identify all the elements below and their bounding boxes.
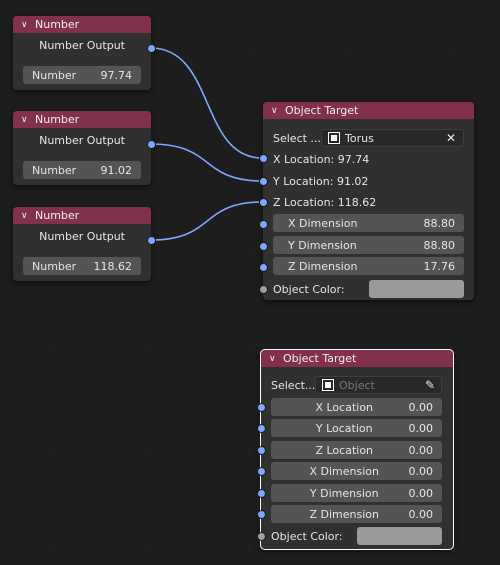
chevron-down-icon[interactable]: ∨	[21, 115, 31, 125]
output-socket[interactable]	[147, 236, 156, 245]
select-label: Select ...	[273, 131, 321, 145]
y-location-label: Y Location: 91.02	[273, 174, 369, 188]
node-header[interactable]: ∨ Number	[13, 207, 151, 224]
select-label: Select...	[271, 378, 316, 392]
x-dimension-label: X Dimension	[309, 464, 379, 478]
number-output-label: Number Output	[39, 134, 125, 147]
y-location-socket[interactable]	[257, 424, 266, 433]
number-field[interactable]: Number 91.02	[23, 161, 141, 179]
x-location-field[interactable]: X Location 0.00	[271, 398, 442, 416]
object-color-socket[interactable]	[259, 285, 268, 294]
x-location-socket[interactable]	[259, 154, 268, 163]
z-dimension-value: 17.76	[423, 259, 456, 273]
x-dimension-field[interactable]: X Dimension 0.00	[271, 462, 442, 480]
object-select-field[interactable]: Torus ✕	[321, 129, 464, 147]
number-node-2[interactable]: ∨ Number Number Output Number 91.02	[13, 111, 156, 185]
node-header[interactable]: ∨ Object Target	[263, 102, 474, 119]
y-location-value: 0.00	[408, 421, 434, 435]
link-y-location	[150, 143, 263, 182]
link-x-location	[150, 47, 263, 159]
y-dimension-value: 88.80	[423, 238, 456, 252]
object-cube-icon	[322, 379, 334, 391]
chevron-down-icon[interactable]: ∨	[269, 354, 279, 364]
object-target-node-2[interactable]: ∨ Object Target Select... Object ✎ X Loca…	[257, 349, 454, 550]
node-title: Object Target	[285, 104, 359, 117]
number-node-3[interactable]: ∨ Number Number Output Number 118.62	[13, 207, 156, 281]
x-dimension-field[interactable]: X Dimension 88.80	[273, 214, 464, 232]
number-field-label: Number	[32, 163, 77, 177]
z-dimension-label: Z Dimension	[309, 507, 379, 521]
object-select-field[interactable]: Object ✎	[315, 376, 442, 394]
z-dimension-label: Z Dimension	[288, 259, 358, 273]
y-dimension-socket[interactable]	[259, 242, 268, 251]
object-cube-icon	[328, 132, 340, 144]
node-title: Object Target	[283, 352, 357, 365]
x-dimension-value: 0.00	[408, 464, 434, 478]
z-location-label: Z Location: 118.62	[273, 195, 377, 209]
number-output-label: Number Output	[39, 230, 125, 243]
eyedropper-icon[interactable]: ✎	[425, 378, 435, 392]
object-color-socket[interactable]	[257, 532, 266, 541]
z-location-field[interactable]: Z Location 0.00	[271, 441, 442, 459]
y-location-socket[interactable]	[259, 177, 268, 186]
x-dimension-socket[interactable]	[257, 467, 266, 476]
y-dimension-label: Y Dimension	[309, 486, 379, 500]
number-field[interactable]: Number 97.74	[23, 66, 141, 84]
y-location-label: Y Location	[315, 421, 373, 435]
x-dimension-value: 88.80	[423, 216, 456, 230]
object-target-node-1[interactable]: ∨ Object Target Select ... Torus ✕ X Loca…	[259, 102, 474, 300]
node-title: Number	[35, 113, 80, 126]
y-dimension-field[interactable]: Y Dimension 88.80	[273, 236, 464, 254]
object-color-swatch[interactable]	[357, 527, 442, 545]
z-dimension-value: 0.00	[408, 507, 434, 521]
z-location-socket[interactable]	[259, 198, 268, 207]
z-dimension-field[interactable]: Z Dimension 0.00	[271, 505, 442, 523]
z-dimension-socket[interactable]	[257, 510, 266, 519]
y-dimension-label: Y Dimension	[288, 238, 357, 252]
output-socket[interactable]	[147, 140, 156, 149]
x-dimension-label: X Dimension	[288, 216, 358, 230]
node-header[interactable]: ∨ Number	[13, 111, 151, 128]
number-node-1[interactable]: ∨ Number Number Output Number 97.74	[13, 16, 156, 90]
x-location-socket[interactable]	[257, 403, 266, 412]
number-field-value: 118.62	[93, 259, 133, 273]
object-color-label: Object Color:	[271, 529, 343, 543]
number-field-value: 97.74	[100, 68, 133, 82]
x-dimension-socket[interactable]	[259, 220, 268, 229]
x-location-label: X Location	[315, 400, 374, 414]
object-color-label: Object Color:	[273, 282, 345, 296]
y-dimension-value: 0.00	[408, 486, 434, 500]
close-icon[interactable]: ✕	[446, 131, 456, 145]
chevron-down-icon[interactable]: ∨	[21, 211, 31, 221]
number-field-label: Number	[32, 259, 77, 273]
node-header[interactable]: ∨ Number	[13, 16, 151, 33]
number-field[interactable]: Number 118.62	[23, 257, 141, 275]
node-title: Number	[35, 18, 80, 31]
z-dimension-field[interactable]: Z Dimension 17.76	[273, 257, 464, 275]
node-header[interactable]: ∨ Object Target	[261, 350, 453, 367]
y-location-field[interactable]: Y Location 0.00	[271, 419, 442, 437]
number-field-value: 91.02	[100, 163, 133, 177]
z-location-label: Z Location	[315, 443, 374, 457]
number-field-label: Number	[32, 68, 77, 82]
chevron-down-icon[interactable]: ∨	[271, 106, 281, 116]
object-color-swatch[interactable]	[369, 280, 464, 298]
y-dimension-socket[interactable]	[257, 489, 266, 498]
link-z-location	[150, 201, 263, 241]
output-socket[interactable]	[147, 44, 156, 53]
x-location-label: X Location: 97.74	[273, 152, 370, 166]
number-output-label: Number Output	[39, 39, 125, 52]
z-location-socket[interactable]	[257, 446, 266, 455]
object-placeholder: Object	[339, 378, 375, 392]
z-location-value: 0.00	[408, 443, 434, 457]
node-title: Number	[35, 209, 80, 222]
chevron-down-icon[interactable]: ∨	[21, 20, 31, 30]
x-location-value: 0.00	[408, 400, 434, 414]
object-value: Torus	[345, 131, 374, 145]
z-dimension-socket[interactable]	[259, 263, 268, 272]
y-dimension-field[interactable]: Y Dimension 0.00	[271, 484, 442, 502]
